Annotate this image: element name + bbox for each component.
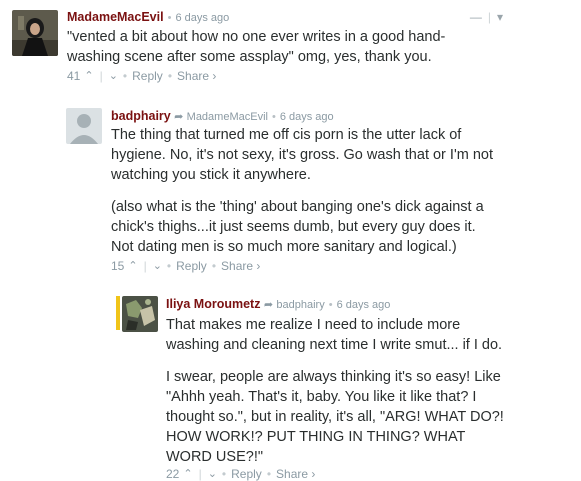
author-name[interactable]: MadameMacEvil [67,10,164,24]
comment-body: That makes me realize I need to include … [166,315,506,467]
comment-iliya-moroumetz: Iliya Moroumetz ➦ badphairy • 6 days ago T… [0,290,581,481]
upvote-icon[interactable]: ⌃ [128,259,137,273]
timestamp[interactable]: 6 days ago [337,299,391,311]
share-button[interactable]: Share › [177,69,216,83]
comment-paragraph: (also what is the 'thing' about banging … [111,199,484,255]
reply-arrow-icon: ➦ [174,111,184,123]
comment-controls: — | ▾ [469,10,503,24]
comment-body: The thing that turned me off cis porn is… [111,125,501,257]
comment-header: Iliya Moroumetz ➦ badphairy • 6 days ago [166,297,390,312]
comment-footer: 22 ⌃ | ⌄ • Reply • Share › [166,467,316,481]
reply-arrow-icon: ➦ [263,299,274,311]
reply-button[interactable]: Reply [176,259,207,273]
comment-madamemacevil: MadameMacEvil • 6 days ago — | ▾ "vented a b… [0,0,581,90]
menu-dropdown-icon[interactable]: ▾ [497,10,503,24]
comment-badphairy: badphairy ➦ MadameMacEvil • 6 days ago The… [0,100,581,280]
comment-body: "vented a bit about how no one ever writ… [67,27,497,67]
comment-header: MadameMacEvil • 6 days ago [67,10,229,25]
upvote-icon[interactable]: ⌃ [84,69,93,83]
collapse-button[interactable]: — [470,10,482,24]
timestamp[interactable]: 6 days ago [175,12,229,24]
comment-paragraph: That makes me realize I need to include … [166,317,503,353]
vote-count: 41 [67,69,81,83]
author-name[interactable]: badphairy [111,109,171,123]
comment-paragraph: I swear, people are always thinking it's… [166,369,504,465]
reply-button[interactable]: Reply [231,467,262,481]
share-button[interactable]: Share › [221,259,260,273]
downvote-icon[interactable]: ⌄ [208,467,217,481]
reply-button[interactable]: Reply [132,69,163,83]
bullet-separator: • [167,12,172,24]
downvote-icon[interactable]: ⌄ [153,259,162,273]
upvote-icon[interactable]: ⌃ [183,467,192,481]
comment-header: badphairy ➦ MadameMacEvil • 6 days ago [111,109,334,124]
vote-count: 15 [111,259,125,273]
comment-paragraph: "vented a bit about how no one ever writ… [67,29,446,65]
downvote-icon[interactable]: ⌄ [109,69,118,83]
vote-count: 22 [166,467,180,481]
avatar[interactable] [66,108,102,144]
avatar[interactable] [12,10,58,56]
reply-to-name[interactable]: badphairy [276,299,324,311]
author-name[interactable]: Iliya Moroumetz [166,297,260,311]
comment-footer: 41 ⌃ | ⌄ • Reply • Share › [67,69,217,83]
timestamp[interactable]: 6 days ago [280,111,334,123]
bullet-separator: • [328,299,333,311]
comment-footer: 15 ⌃ | ⌄ • Reply • Share › [111,259,261,273]
avatar[interactable] [122,296,158,332]
comment-paragraph: The thing that turned me off cis porn is… [111,127,493,183]
reply-to-name[interactable]: MadameMacEvil [187,111,268,123]
bullet-separator: • [271,111,276,123]
share-button[interactable]: Share › [276,467,315,481]
